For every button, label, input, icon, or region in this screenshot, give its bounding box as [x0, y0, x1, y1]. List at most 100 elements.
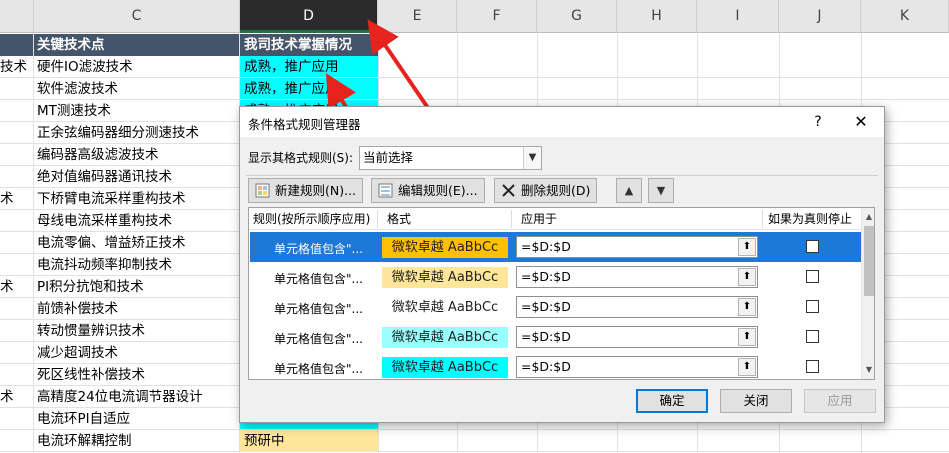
ok-button[interactable]: 确定	[636, 389, 708, 413]
stop-if-true-checkbox[interactable]	[806, 240, 819, 253]
cell-c[interactable]: 电流环解耦控制	[34, 430, 239, 452]
collapse-range-icon[interactable]: ⬆	[738, 298, 756, 316]
cell-a-header[interactable]	[0, 34, 33, 56]
sheet-header-row: 关键技术点 我司技术掌握情况	[0, 34, 949, 56]
rule-row[interactable]: 单元格值包含"... 微软卓越 AaBbCc =$D:$D ⬆	[250, 352, 861, 379]
cell-d[interactable]: 预研中	[240, 430, 378, 452]
rule-row[interactable]: 单元格值包含"... 微软卓越 AaBbCc =$D:$D ⬆	[250, 292, 861, 322]
applies-to-field[interactable]: =$D:$D ⬆	[516, 326, 758, 348]
cell-c[interactable]: 电流抖动频率抑制技术	[34, 254, 239, 276]
cell-a[interactable]	[0, 122, 33, 144]
scrollbar-thumb[interactable]	[864, 226, 874, 296]
column-rule[interactable]: 规则(按所示顺序应用)	[253, 208, 370, 230]
collapse-range-icon[interactable]: ⬆	[738, 268, 756, 286]
move-up-button[interactable]: ▲	[616, 178, 642, 203]
show-rules-select[interactable]: 当前选择 ▼	[359, 146, 542, 170]
cell-a[interactable]	[0, 320, 33, 342]
applies-to-field[interactable]: =$D:$D ⬆	[516, 296, 758, 318]
collapse-range-icon[interactable]: ⬆	[738, 358, 756, 376]
rule-row[interactable]: 单元格值包含"... 微软卓越 AaBbCc =$D:$D ⬆	[250, 232, 861, 262]
column-header-f[interactable]: F	[457, 0, 537, 33]
collapse-range-icon[interactable]: ⬆	[738, 328, 756, 346]
cell-a[interactable]	[0, 232, 33, 254]
divider	[246, 175, 878, 176]
cell-c[interactable]: 转动惯量辨识技术	[34, 320, 239, 342]
collapse-range-icon[interactable]: ⬆	[738, 238, 756, 256]
scroll-down-icon[interactable]: ▼	[862, 363, 874, 377]
cell-a[interactable]	[0, 408, 33, 430]
cell-c[interactable]: 绝对值编码器通讯技术	[34, 166, 239, 188]
applies-to-field[interactable]: =$D:$D ⬆	[516, 356, 758, 378]
rules-list[interactable]: 规则(按所示顺序应用) 格式 应用于 如果为真则停止 单元格值包含"... 微软卓…	[248, 207, 875, 380]
cell-c[interactable]: 编码器高级滤波技术	[34, 144, 239, 166]
cell-c[interactable]: 软件滤波技术	[34, 78, 239, 100]
column-header-h[interactable]: H	[617, 0, 697, 33]
cell-a[interactable]	[0, 210, 33, 232]
cell-c[interactable]: 电流零偏、增益矫正技术	[34, 232, 239, 254]
column-header-d[interactable]: D	[240, 0, 378, 33]
cell-d-header[interactable]: 我司技术掌握情况	[240, 34, 378, 56]
chevron-down-icon[interactable]: ▼	[523, 147, 541, 169]
stop-if-true-checkbox[interactable]	[806, 300, 819, 313]
move-down-button[interactable]: ▼	[648, 178, 674, 203]
stop-if-true-checkbox[interactable]	[806, 360, 819, 373]
cell-a[interactable]	[0, 100, 33, 122]
cell-a[interactable]	[0, 166, 33, 188]
dialog-titlebar[interactable]: 条件格式规则管理器 ? ✕	[240, 107, 884, 137]
cell-a[interactable]	[0, 364, 33, 386]
close-button[interactable]: 关闭	[720, 389, 792, 413]
column-header-j[interactable]: J	[779, 0, 861, 33]
stop-if-true-checkbox[interactable]	[806, 330, 819, 343]
applies-to-field[interactable]: =$D:$D ⬆	[516, 266, 758, 288]
cell-c[interactable]: 下桥臂电流采样重构技术	[34, 188, 239, 210]
cell-c[interactable]: 死区线性补偿技术	[34, 364, 239, 386]
cell-d[interactable]: 成熟，推广应用	[240, 78, 378, 100]
column-header-g[interactable]: G	[537, 0, 617, 33]
column-applies-to[interactable]: 应用于	[521, 208, 557, 230]
rule-row[interactable]: 单元格值包含"... 微软卓越 AaBbCc =$D:$D ⬆	[250, 322, 861, 352]
rule-row[interactable]: 单元格值包含"... 微软卓越 AaBbCc =$D:$D ⬆	[250, 262, 861, 292]
cell-c[interactable]: 硬件IO滤波技术	[34, 56, 239, 78]
column-header-c[interactable]: C	[34, 0, 240, 33]
cell-c[interactable]: 正余弦编码器细分测速技术	[34, 122, 239, 144]
column-header-i[interactable]: I	[697, 0, 779, 33]
column-header-a[interactable]	[0, 0, 34, 33]
edit-rule-button[interactable]: 编辑规则(E)...	[371, 178, 485, 203]
cell-c[interactable]: 减少超调技术	[34, 342, 239, 364]
column-header-e[interactable]: E	[378, 0, 457, 33]
help-button[interactable]: ?	[806, 110, 830, 134]
cell-c[interactable]: 前馈补偿技术	[34, 298, 239, 320]
cell-c[interactable]: MT测速技术	[34, 100, 239, 122]
applies-to-field[interactable]: =$D:$D ⬆	[516, 236, 758, 258]
cell-a[interactable]: 术	[0, 276, 33, 298]
cell-c[interactable]: 高精度24位电流调节器设计	[34, 386, 239, 408]
cell-a[interactable]: 技术	[0, 56, 33, 78]
column-format[interactable]: 格式	[387, 208, 411, 230]
rules-list-header: 规则(按所示顺序应用) 格式 应用于 如果为真则停止	[249, 208, 861, 230]
cell-c-header[interactable]: 关键技术点	[34, 34, 239, 56]
gridline	[0, 451, 949, 452]
cell-a[interactable]	[0, 78, 33, 100]
cell-c[interactable]: PI积分抗饱和技术	[34, 276, 239, 298]
cell-a[interactable]	[0, 144, 33, 166]
cell-a[interactable]	[0, 430, 33, 452]
cell-a[interactable]: 术	[0, 386, 33, 408]
rule-name: 单元格值包含"...	[274, 362, 363, 376]
cell-c[interactable]: 母线电流采样重构技术	[34, 210, 239, 232]
cell-a[interactable]: 术	[0, 188, 33, 210]
cell-a[interactable]	[0, 254, 33, 276]
column-stop-if-true[interactable]: 如果为真则停止	[768, 208, 852, 230]
close-icon[interactable]: ✕	[846, 110, 876, 134]
new-rule-label: 新建规则(N)...	[275, 183, 357, 198]
stop-if-true-checkbox[interactable]	[806, 270, 819, 283]
column-header-k[interactable]: K	[861, 0, 949, 33]
cell-a[interactable]	[0, 298, 33, 320]
new-rule-button[interactable]: 新建规则(N)...	[248, 178, 364, 203]
scroll-up-icon[interactable]: ▲	[862, 210, 874, 224]
cell-a[interactable]	[0, 342, 33, 364]
cell-d[interactable]: 成熟，推广应用	[240, 56, 378, 78]
rules-scrollbar[interactable]: ▲ ▼	[861, 208, 874, 379]
apply-button[interactable]: 应用	[804, 389, 876, 413]
cell-c[interactable]: 电流环PI自适应	[34, 408, 239, 430]
delete-rule-button[interactable]: 删除规则(D)	[494, 178, 598, 203]
